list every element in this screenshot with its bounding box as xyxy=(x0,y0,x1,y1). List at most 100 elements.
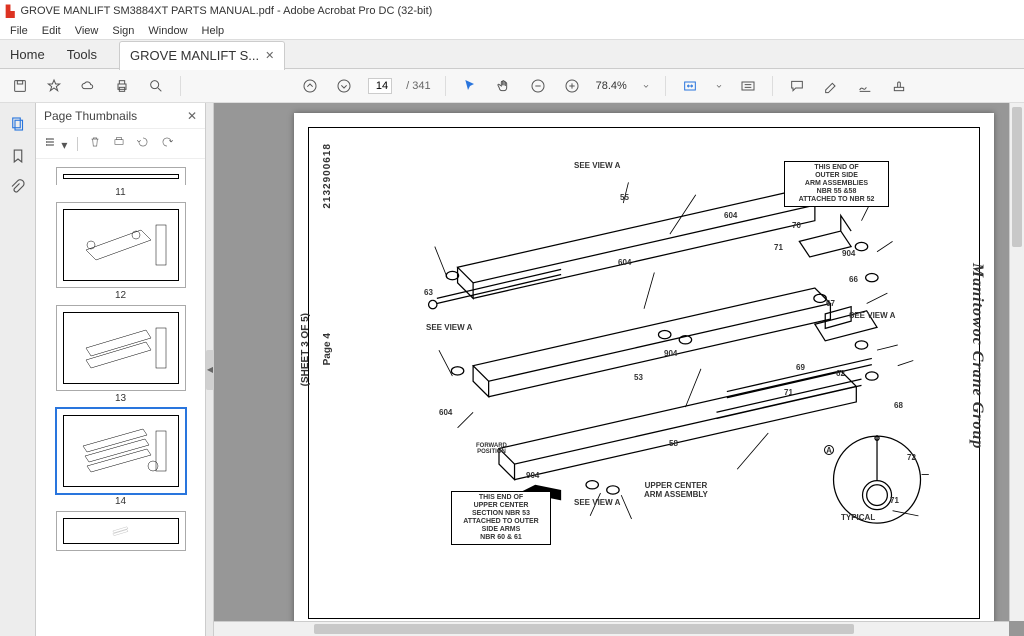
see-view-a: SEE VIEW A xyxy=(574,161,620,170)
thumbnail-11[interactable] xyxy=(56,167,186,185)
part-67: 67 xyxy=(826,299,835,308)
pdf-icon: ▙ xyxy=(6,5,14,18)
bookmark-rail-icon[interactable] xyxy=(9,147,27,165)
part-71: 71 xyxy=(774,243,783,252)
part-904: 904 xyxy=(664,349,677,358)
print-thumb-icon[interactable] xyxy=(112,135,126,152)
part-904: 904 xyxy=(842,249,855,258)
rotate-cw-icon[interactable] xyxy=(160,135,174,152)
thumbnails-title: Page Thumbnails xyxy=(44,109,137,123)
scrollbar-thumb[interactable] xyxy=(1012,107,1022,247)
thumbnails-panel: Page Thumbnails ✕ ▾ 11 12 13 14 xyxy=(36,103,206,636)
divider-handle-icon[interactable]: ◀ xyxy=(206,350,214,390)
menu-window[interactable]: Window xyxy=(148,25,187,37)
chevron-down-icon[interactable] xyxy=(714,76,724,96)
part-71: 71 xyxy=(784,388,793,397)
part-69: 69 xyxy=(796,363,805,372)
highlight-icon[interactable] xyxy=(821,76,841,96)
horizontal-scrollbar[interactable] xyxy=(214,621,1009,636)
menu-sign[interactable]: Sign xyxy=(112,25,134,37)
rotate-ccw-icon[interactable] xyxy=(136,135,150,152)
box-top-note: THIS END OF OUTER SIDE ARM ASSEMBLIES NB… xyxy=(784,161,889,207)
exploded-diagram xyxy=(354,143,934,619)
page-number-input[interactable] xyxy=(368,78,392,94)
typical-label: TYPICAL xyxy=(841,513,875,522)
vertical-scrollbar[interactable] xyxy=(1009,103,1024,621)
tab-document-label: GROVE MANLIFT S... xyxy=(130,48,259,63)
scrollbar-thumb[interactable] xyxy=(314,624,854,634)
part-66: 66 xyxy=(849,275,858,284)
page-down-icon[interactable] xyxy=(334,76,354,96)
part-604: 604 xyxy=(618,258,631,267)
panel-divider[interactable]: ◀ xyxy=(206,103,214,636)
zoom-out-icon[interactable] xyxy=(528,76,548,96)
upper-center-label: UPPER CENTER ARM ASSEMBLY xyxy=(644,481,708,499)
part-904: 904 xyxy=(526,471,539,480)
print-icon[interactable] xyxy=(112,76,132,96)
tab-home[interactable]: Home xyxy=(10,47,45,62)
selection-tool-icon[interactable] xyxy=(460,76,480,96)
thumbnail-label: 13 xyxy=(36,393,205,404)
star-icon[interactable] xyxy=(44,76,64,96)
stamp-icon[interactable] xyxy=(889,76,909,96)
cloud-icon[interactable] xyxy=(78,76,98,96)
thumbnails-list[interactable]: 11 12 13 14 xyxy=(36,159,205,636)
thumbnails-rail-icon[interactable] xyxy=(9,115,27,133)
document-viewport[interactable]: Manitowoc Crane Group 2132900618 (SHEET … xyxy=(214,103,1024,636)
see-view-a: SEE VIEW A xyxy=(426,323,472,332)
part-70: 70 xyxy=(792,221,801,230)
close-panel-icon[interactable]: ✕ xyxy=(187,109,197,123)
part-68: 68 xyxy=(894,401,903,410)
part-62: 62 xyxy=(836,369,845,378)
hand-tool-icon[interactable] xyxy=(494,76,514,96)
page-sheet-label: (SHEET 3 OF 5) Page 4 xyxy=(300,313,333,386)
thumbnails-header: Page Thumbnails ✕ xyxy=(36,103,205,129)
chevron-down-icon[interactable] xyxy=(641,76,651,96)
fit-width-icon[interactable] xyxy=(680,76,700,96)
menubar: File Edit View Sign Window Help xyxy=(0,22,1024,40)
thumbnail-label: 11 xyxy=(36,187,205,198)
part-71: 71 xyxy=(890,496,899,505)
thumbnail-14[interactable] xyxy=(56,408,186,494)
comment-icon[interactable] xyxy=(787,76,807,96)
box-bottom-note: THIS END OF UPPER CENTER SECTION NBR 53 … xyxy=(451,491,551,545)
thumbnail-label: 14 xyxy=(36,496,205,507)
thumbnail-13[interactable] xyxy=(56,305,186,391)
part-72: 72 xyxy=(907,453,916,462)
part-A: A xyxy=(824,445,834,455)
thumbnails-tools: ▾ xyxy=(36,129,205,159)
part-53: 53 xyxy=(634,373,643,382)
tab-tools[interactable]: Tools xyxy=(67,47,97,62)
see-view-a: SEE VIEW A xyxy=(574,498,620,507)
see-view-a: SEE VIEW A xyxy=(849,311,895,320)
tabbar: Home Tools GROVE MANLIFT S... ✕ xyxy=(0,40,1024,69)
main-area: Page Thumbnails ✕ ▾ 11 12 13 14 xyxy=(0,103,1024,636)
menu-edit[interactable]: Edit xyxy=(42,25,61,37)
options-icon[interactable]: ▾ xyxy=(44,135,67,152)
save-icon[interactable] xyxy=(10,76,30,96)
part-604: 604 xyxy=(439,408,452,417)
attachment-rail-icon[interactable] xyxy=(9,179,27,197)
window-title: GROVE MANLIFT SM3884XT PARTS MANUAL.pdf … xyxy=(20,5,432,17)
zoom-level-label[interactable]: 78.4% xyxy=(596,80,627,92)
close-tab-icon[interactable]: ✕ xyxy=(265,49,274,62)
menu-help[interactable]: Help xyxy=(202,25,225,37)
menu-view[interactable]: View xyxy=(75,25,99,37)
menu-file[interactable]: File xyxy=(10,25,28,37)
part-number-label: 2132900618 xyxy=(322,143,333,209)
thumbnail-12[interactable] xyxy=(56,202,186,288)
read-mode-icon[interactable] xyxy=(738,76,758,96)
zoom-in-icon[interactable] xyxy=(562,76,582,96)
part-604: 604 xyxy=(724,211,737,220)
tab-document[interactable]: GROVE MANLIFT S... ✕ xyxy=(119,41,285,70)
part-63: 63 xyxy=(424,288,433,297)
page-brand-label: Manitowoc Crane Group xyxy=(968,263,986,449)
delete-icon[interactable] xyxy=(88,135,102,152)
part-58: 58 xyxy=(669,439,678,448)
search-icon[interactable] xyxy=(146,76,166,96)
thumbnail-15[interactable] xyxy=(56,511,186,551)
window-titlebar: ▙ GROVE MANLIFT SM3884XT PARTS MANUAL.pd… xyxy=(0,0,1024,22)
forward-label: FORWARD POSITION xyxy=(476,443,507,455)
sign-icon[interactable] xyxy=(855,76,875,96)
page-up-icon[interactable] xyxy=(300,76,320,96)
